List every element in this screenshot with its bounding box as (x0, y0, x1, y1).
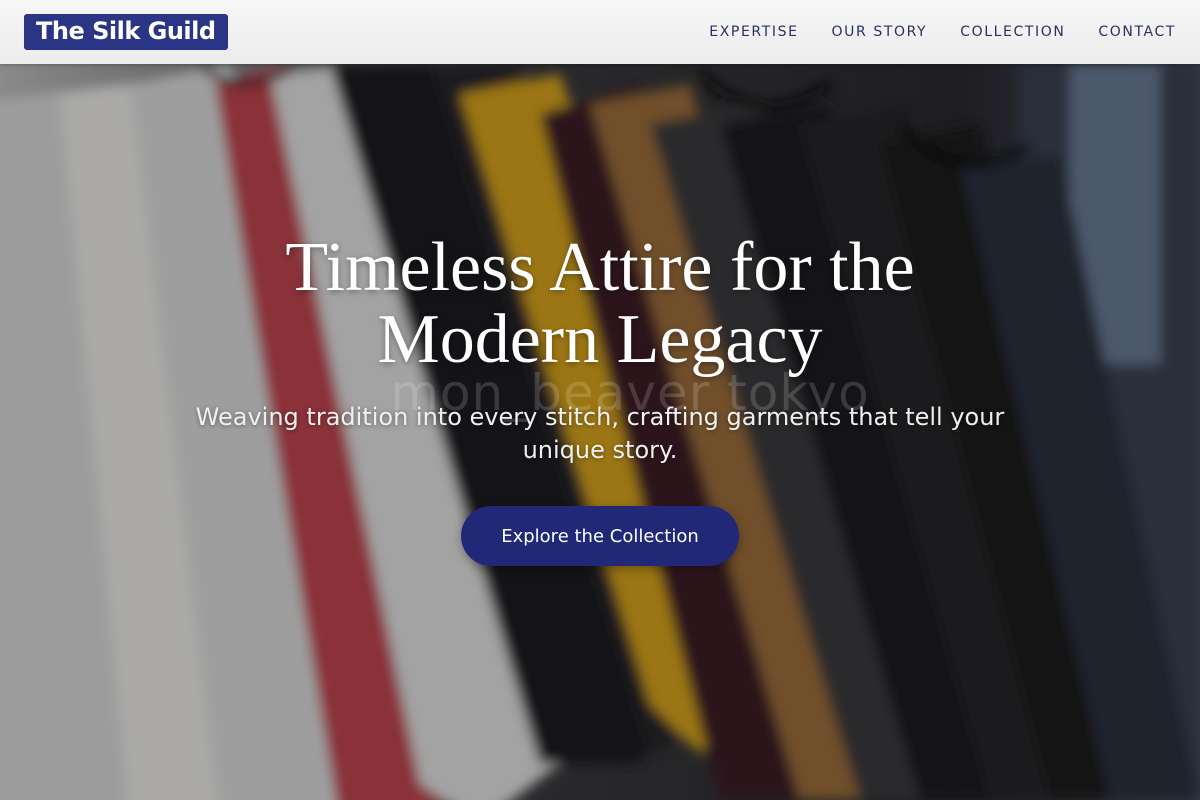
hero-title-line-1: Timeless Attire for the (285, 229, 915, 306)
nav-item-expertise[interactable]: EXPERTISE (709, 24, 798, 40)
nav-item-our-story[interactable]: OUR STORY (832, 24, 928, 40)
explore-collection-button[interactable]: Explore the Collection (461, 506, 739, 566)
hero-content: mon_beaver tokyo Timeless Attire for the… (0, 64, 1200, 800)
hero-section: mon_beaver tokyo Timeless Attire for the… (0, 64, 1200, 800)
main-nav: EXPERTISE OUR STORY COLLECTION CONTACT (676, 24, 1176, 40)
nav-item-collection[interactable]: COLLECTION (960, 24, 1065, 40)
hero-title: Timeless Attire for the Modern Legacy (200, 232, 1000, 376)
site-header: The Silk Guild EXPERTISE OUR STORY COLLE… (0, 0, 1200, 64)
nav-item-contact[interactable]: CONTACT (1098, 24, 1176, 40)
site-logo[interactable]: The Silk Guild (24, 14, 228, 50)
watermark-text: mon_beaver tokyo (390, 364, 870, 422)
